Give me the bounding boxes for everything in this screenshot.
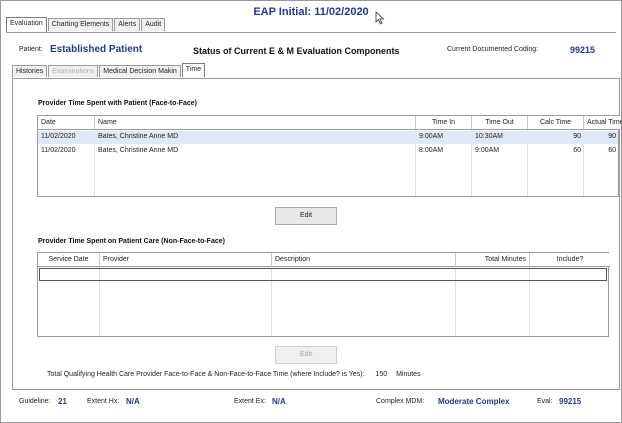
col-header-name[interactable]: Name xyxy=(95,116,416,130)
col-header-calc-time[interactable]: Calc Time xyxy=(528,116,584,130)
cell-actual-time: 90 xyxy=(608,133,616,140)
cell-time-out: 9:00AM xyxy=(475,147,500,154)
col-header-actual-time[interactable]: Actual Time xyxy=(584,116,622,130)
cell-name: Bates, Christine Anne MD xyxy=(98,133,179,140)
status-title: Status of Current E & M Evaluation Compo… xyxy=(193,46,400,56)
tab-histories[interactable]: Histories xyxy=(12,65,48,77)
total-time-value: 150 xyxy=(375,371,388,378)
total-time-label: Total Qualifying Health Care Provider Fa… xyxy=(47,371,365,378)
guideline-value: 21 xyxy=(58,397,67,406)
eval-label: Eval: xyxy=(537,398,553,405)
col-header-time-in[interactable]: Time In xyxy=(416,116,472,130)
tab-audit[interactable]: Audit xyxy=(141,18,166,31)
extent-hx-label: Extent Hx: xyxy=(87,398,120,405)
summary-footer: Guideline: 21 Extent Hx: N/A Extent Ex: … xyxy=(1,397,622,410)
sub-tab-strip: Histories Examinations Medical Decision … xyxy=(12,63,206,79)
cell-time-in: 8:00AM xyxy=(419,147,444,154)
cell-time-in: 9:00AM xyxy=(419,133,444,140)
mouse-cursor-icon xyxy=(375,11,385,25)
cell-date: 11/02/2020 xyxy=(41,147,76,154)
total-time-line: Total Qualifying Health Care Provider Fa… xyxy=(47,371,424,378)
top-tab-strip: Evaluation Charting Elements Alerts Audi… xyxy=(6,17,166,32)
guideline-label: Guideline: xyxy=(19,398,51,405)
eap-window: EAP Initial: 11/02/2020 Evaluation Chart… xyxy=(0,0,622,423)
extent-ex-value: N/A xyxy=(272,397,286,406)
tab-charting-elements[interactable]: Charting Elements xyxy=(47,18,114,31)
col-header-description[interactable]: Description xyxy=(272,253,456,267)
coding-label: Current Documented Coding: xyxy=(447,46,539,53)
complex-mdm-label: Complex MDM: xyxy=(376,398,425,405)
new-entry-row[interactable] xyxy=(39,268,607,281)
coding-value: 99215 xyxy=(570,45,596,55)
cell-actual-time: 60 xyxy=(608,147,616,154)
cell-time-out: 10:30AM xyxy=(475,133,504,140)
non-face-to-face-title: Provider Time Spent on Patient Care (Non… xyxy=(38,238,225,245)
complex-mdm-value: Moderate Complex xyxy=(438,397,510,406)
col-header-total-minutes[interactable]: Total Minutes xyxy=(456,253,530,267)
cell-name: Bates, Christine Anne MD xyxy=(98,147,179,154)
tab-alerts[interactable]: Alerts xyxy=(114,18,141,31)
col-header-service-date[interactable]: Service Date xyxy=(38,253,100,267)
window-title: EAP Initial: 11/02/2020 xyxy=(253,6,369,18)
tab-examinations: Examinations xyxy=(48,65,99,77)
patient-label: Patient: xyxy=(19,46,43,53)
extent-ex-label: Extent Ex: xyxy=(234,398,266,405)
col-header-time-out[interactable]: Time Out xyxy=(472,116,528,130)
cell-calc-time: 90 xyxy=(573,133,581,140)
total-time-unit: Minutes xyxy=(396,371,421,378)
col-header-include[interactable]: Include? xyxy=(530,253,610,267)
cell-calc-time: 60 xyxy=(573,147,581,154)
tab-evaluation[interactable]: Evaluation xyxy=(6,17,47,32)
face-to-face-grid: Date Name Time In Time Out Calc Time Act… xyxy=(37,115,622,197)
patient-name: Established Patient xyxy=(50,44,143,55)
table-row[interactable]: 11/02/2020 Bates, Christine Anne MD 8:00… xyxy=(38,145,618,158)
non-face-to-face-grid: Service Date Provider Description Total … xyxy=(37,252,610,337)
edit-face-to-face-button[interactable]: Edit xyxy=(275,207,337,225)
extent-hx-value: N/A xyxy=(126,397,140,406)
col-header-date[interactable]: Date xyxy=(38,116,95,130)
col-header-provider[interactable]: Provider xyxy=(100,253,272,267)
eval-value: 99215 xyxy=(559,397,582,406)
tab-time[interactable]: Time xyxy=(181,63,206,77)
edit-non-face-to-face-button: Edit xyxy=(275,346,337,364)
cell-date: 11/02/2020 xyxy=(41,133,76,140)
tab-medical-decision-making[interactable]: Medical Decision Makin xyxy=(99,65,181,77)
face-to-face-title: Provider Time Spent with Patient (Face-t… xyxy=(38,100,197,107)
tab-divider xyxy=(6,32,616,33)
table-row[interactable]: 11/02/2020 Bates, Christine Anne MD 9:00… xyxy=(38,131,618,144)
